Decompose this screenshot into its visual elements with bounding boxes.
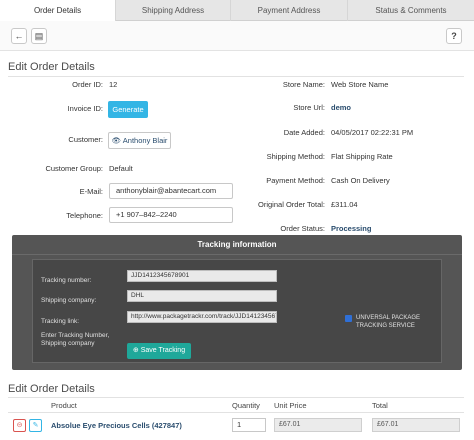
- store-url-label: Store Url:: [293, 103, 325, 112]
- column-quantity: Quantity: [232, 401, 260, 410]
- universal-tracking-checkbox[interactable]: [345, 315, 352, 322]
- date-added-label: Date Added:: [283, 128, 325, 137]
- tab-order-details[interactable]: Order Details: [0, 0, 116, 22]
- customer-group-value: Default: [109, 164, 133, 173]
- tab-status-comments[interactable]: Status & Comments: [348, 0, 474, 21]
- question-icon: ?: [451, 31, 457, 41]
- customer-button[interactable]: 👁︎ Anthony Blair: [108, 132, 171, 149]
- tracking-number-label: Tracking number:: [41, 277, 92, 284]
- tab-payment-address[interactable]: Payment Address: [231, 0, 348, 21]
- column-product: Product: [51, 401, 77, 410]
- edit-product-button[interactable]: ✎: [29, 419, 42, 432]
- table-header-divider: [8, 412, 464, 413]
- email-field[interactable]: anthonyblair@abantecart.com: [109, 183, 233, 199]
- remove-icon: ⊝: [16, 422, 23, 429]
- total-field[interactable]: £67.01: [372, 418, 460, 432]
- help-button[interactable]: ?: [446, 28, 462, 44]
- payment-method-label: Payment Method:: [266, 176, 325, 185]
- section-title-edit-order: Edit Order Details: [8, 61, 95, 73]
- original-total-value: £311.04: [331, 200, 358, 209]
- customer-name: Anthony Blair: [122, 136, 168, 145]
- document-icon: ▤: [34, 31, 44, 41]
- save-tracking-button[interactable]: ⊕ Save Tracking: [127, 343, 191, 359]
- customer-group-label: Customer Group:: [45, 164, 103, 173]
- pencil-icon: ✎: [32, 422, 39, 429]
- generate-button[interactable]: Generate: [108, 101, 148, 118]
- date-added-value: 04/05/2017 02:22:31 PM: [331, 128, 414, 137]
- tracking-link-label: Tracking link:: [41, 318, 80, 325]
- shipping-method-value: Flat Shipping Rate: [331, 152, 393, 161]
- eye-icon: 👁︎: [111, 136, 122, 145]
- email-label: E-Mail:: [79, 187, 103, 196]
- order-id-value: 12: [109, 80, 118, 89]
- store-url-link[interactable]: demo: [331, 103, 351, 112]
- tracking-link-input[interactable]: http://www.packagetrackr.com/track/JJD14…: [127, 311, 277, 323]
- order-id-label: Order ID:: [72, 80, 103, 89]
- arrow-left-icon: ←: [14, 31, 24, 41]
- product-link[interactable]: Absolue Eye Precious Cells (427847): [51, 421, 182, 430]
- tab-bar: Order Details Shipping Address Payment A…: [0, 0, 474, 22]
- unit-price-field[interactable]: £67.01: [274, 418, 362, 432]
- back-button[interactable]: ←: [11, 28, 27, 44]
- telephone-field[interactable]: +1 907–842–2240: [109, 207, 233, 223]
- shipping-company-input[interactable]: DHL: [127, 290, 277, 302]
- section-title-order-products: Edit Order Details: [8, 383, 95, 395]
- section-divider-2: [8, 397, 464, 398]
- plus-circle-icon: ⊕: [132, 347, 139, 354]
- section-divider: [8, 76, 464, 77]
- document-button[interactable]: ▤: [31, 28, 47, 44]
- store-name-value: Web Store Name: [331, 80, 389, 89]
- save-tracking-label: Save Tracking: [140, 347, 186, 354]
- tracking-form: Tracking number: JJD1412345678901 Shippi…: [32, 259, 442, 363]
- column-total: Total: [372, 401, 388, 410]
- tracking-hint: Enter Tracking Number, Shipping company: [41, 332, 110, 347]
- column-unit-price: Unit Price: [274, 401, 307, 410]
- shipping-method-label: Shipping Method:: [266, 152, 325, 161]
- remove-product-button[interactable]: ⊝: [13, 419, 26, 432]
- toolbar: ← ▤ ?: [0, 21, 474, 51]
- invoice-id-label: Invoice ID:: [67, 104, 103, 113]
- store-name-label: Store Name:: [282, 80, 325, 89]
- customer-label: Customer:: [68, 135, 103, 144]
- order-status-label: Order Status:: [280, 224, 325, 233]
- tracking-header: Tracking information: [12, 235, 462, 255]
- shipping-company-label: Shipping company:: [41, 297, 97, 304]
- order-status-value[interactable]: Processing: [331, 224, 371, 233]
- tracking-panel: Tracking information Tracking number: JJ…: [12, 235, 462, 370]
- telephone-label: Telephone:: [66, 211, 103, 220]
- tab-shipping-address[interactable]: Shipping Address: [116, 0, 231, 21]
- tracking-number-input[interactable]: JJD1412345678901: [127, 270, 277, 282]
- universal-tracking-label: UNIVERSAL PACKAGE TRACKING SERVICE: [356, 315, 421, 329]
- original-total-label: Original Order Total:: [258, 200, 325, 209]
- quantity-field[interactable]: 1: [232, 418, 266, 432]
- payment-method-value: Cash On Delivery: [331, 176, 390, 185]
